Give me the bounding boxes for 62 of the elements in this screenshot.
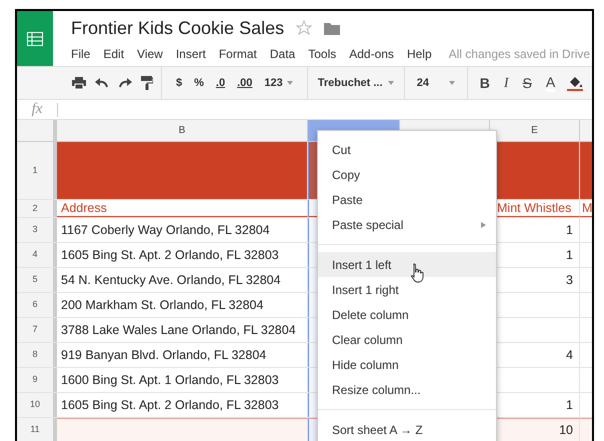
text-style-button[interactable]: A (546, 74, 556, 92)
number-format-button[interactable]: 123 (264, 74, 283, 92)
menu-item[interactable]: Insert 1 right (318, 277, 496, 302)
menu-item[interactable]: Insert (176, 45, 206, 63)
row-number[interactable]: 8 (17, 343, 57, 367)
row-number[interactable]: 6 (17, 293, 57, 317)
banner-cell (580, 142, 592, 199)
row-number[interactable]: 9 (17, 368, 57, 392)
menu-item[interactable]: Paste (318, 187, 496, 212)
row-number[interactable]: 7 (17, 318, 57, 342)
number-format-button[interactable]: $ (176, 74, 182, 92)
menu-item[interactable]: Help (406, 45, 432, 63)
caret-icon (388, 81, 394, 85)
menu-item[interactable]: Format (218, 45, 257, 63)
save-status: All changes saved in Drive (448, 46, 590, 63)
caret-icon (448, 81, 455, 85)
menu-item[interactable]: Paste special (318, 212, 496, 237)
menu-item[interactable]: Tools (308, 45, 336, 63)
row-number[interactable]: 10 (17, 393, 57, 417)
folder-icon[interactable] (324, 22, 340, 34)
menu-item[interactable]: Insert 1 left (318, 252, 496, 277)
font-dropdown[interactable]: Trebuchet ... (318, 74, 383, 92)
menu-item[interactable]: Clear column (318, 327, 496, 352)
row-number[interactable]: 4 (17, 243, 57, 267)
menu-item[interactable]: Cut (318, 137, 496, 162)
menu-item[interactable]: Resize column... (318, 377, 496, 402)
hand-cursor-icon (410, 263, 424, 283)
text-style-button[interactable]: S (522, 72, 532, 94)
caret-icon (286, 81, 293, 85)
number-format-button[interactable]: % (194, 74, 204, 92)
menu-item[interactable]: Delete column (318, 302, 496, 327)
star-icon[interactable] (296, 20, 312, 36)
font-size-dropdown[interactable]: 24 (416, 74, 429, 92)
fill-color-icon[interactable] (567, 75, 584, 91)
menu-item[interactable]: Edit (103, 45, 124, 63)
table-cell (580, 418, 592, 441)
row-number[interactable]: 2 (17, 200, 57, 217)
sheets-logo[interactable] (17, 11, 53, 66)
column-heading: M (580, 200, 592, 217)
text-style-button[interactable]: B (480, 72, 490, 94)
menu-item[interactable]: Add-ons (349, 45, 394, 63)
row-number[interactable]: 11 (17, 418, 57, 441)
row-number[interactable]: 5 (17, 268, 57, 292)
menu-item[interactable]: Hide column (318, 352, 496, 377)
paint-format-icon[interactable] (141, 76, 153, 90)
menu-item[interactable]: Data (270, 45, 296, 63)
document-title[interactable]: Frontier Kids Cookie Sales (71, 17, 284, 39)
redo-icon[interactable] (118, 78, 132, 88)
formula-label: fx (30, 100, 44, 120)
row-number[interactable]: 1 (17, 142, 57, 199)
undo-icon[interactable] (95, 78, 109, 88)
sheets-icon (27, 32, 43, 46)
menu-item[interactable]: Copy (318, 162, 496, 187)
menu-item[interactable]: Sort sheet A → Z (318, 417, 496, 441)
menu-item[interactable]: View (137, 45, 163, 63)
column-heading: Address (57, 200, 308, 217)
menu-item[interactable]: File (71, 45, 90, 63)
text-style-button[interactable]: I (504, 72, 509, 94)
print-icon[interactable] (72, 77, 86, 89)
row-number[interactable]: 3 (17, 218, 57, 242)
number-format-button[interactable]: .00 (237, 74, 252, 92)
number-format-button[interactable]: .0 (216, 74, 226, 92)
